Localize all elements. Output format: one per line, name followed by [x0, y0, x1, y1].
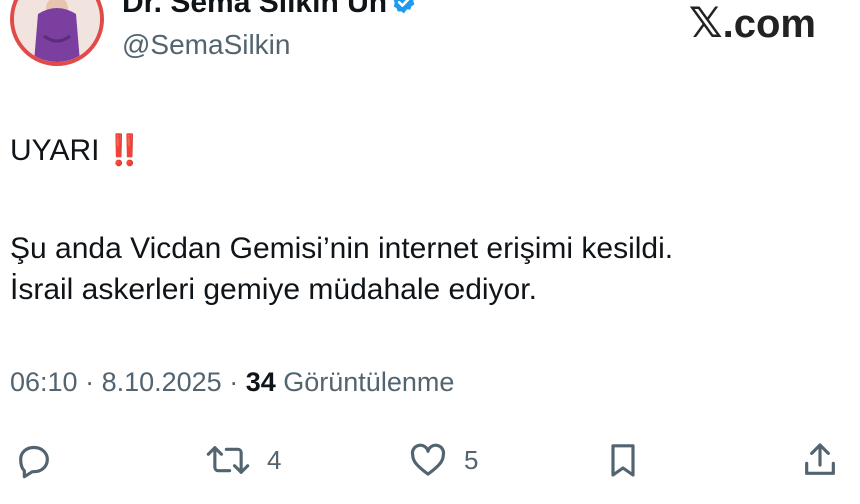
tweet-meta: 06:10 · 8.10.2025 · 34 Görüntülenme — [10, 367, 454, 398]
like-button[interactable]: 5 — [408, 438, 478, 482]
avatar[interactable] — [10, 0, 104, 66]
retweet-count: 4 — [267, 444, 282, 475]
avatar-image — [14, 0, 100, 62]
views-label: Görüntülenme — [283, 367, 455, 397]
retweet-icon — [206, 446, 250, 474]
user-handle[interactable]: @SemaSilkin — [122, 29, 290, 61]
meta-separator: · — [221, 367, 246, 397]
tweet-text-line-3: İsrail askerleri gemiye müdahale ediyor. — [10, 273, 537, 306]
tweet-action-bar: 4 5 — [0, 438, 860, 488]
bookmark-icon — [611, 444, 635, 477]
tweet-text-line-1: UYARI ‼️ — [10, 130, 143, 171]
double-exclamation-emoji: ‼️ — [105, 134, 142, 167]
reply-button[interactable] — [14, 438, 54, 482]
x-com-brand: 𝕏.com — [689, 0, 816, 47]
tweet-alert-word: UYARI — [10, 134, 100, 167]
tweet-screenshot: Dr. Sema Silkin Ün @SemaSilkin 𝕏.com UYA… — [0, 0, 860, 504]
share-icon — [805, 443, 835, 475]
retweet-button[interactable]: 4 — [205, 438, 281, 482]
views-count: 34 — [245, 367, 276, 397]
bookmark-button[interactable] — [603, 438, 643, 482]
heart-icon — [410, 443, 446, 476]
meta-separator: · — [77, 367, 102, 397]
brand-text: .com — [722, 2, 816, 46]
verified-badge-icon — [393, 0, 415, 14]
display-name-text: Dr. Sema Silkin Ün — [122, 0, 388, 19]
display-name[interactable]: Dr. Sema Silkin Ün — [122, 0, 417, 20]
reply-icon — [19, 445, 49, 479]
share-button[interactable] — [800, 438, 840, 482]
x-logo-icon: 𝕏 — [688, 0, 723, 47]
like-count: 5 — [464, 444, 479, 475]
tweet-date[interactable]: 8.10.2025 — [102, 367, 222, 397]
tweet-time[interactable]: 06:10 — [10, 367, 78, 397]
tweet-text-line-2: Şu anda Vicdan Gemisi’nin internet erişi… — [10, 232, 674, 265]
